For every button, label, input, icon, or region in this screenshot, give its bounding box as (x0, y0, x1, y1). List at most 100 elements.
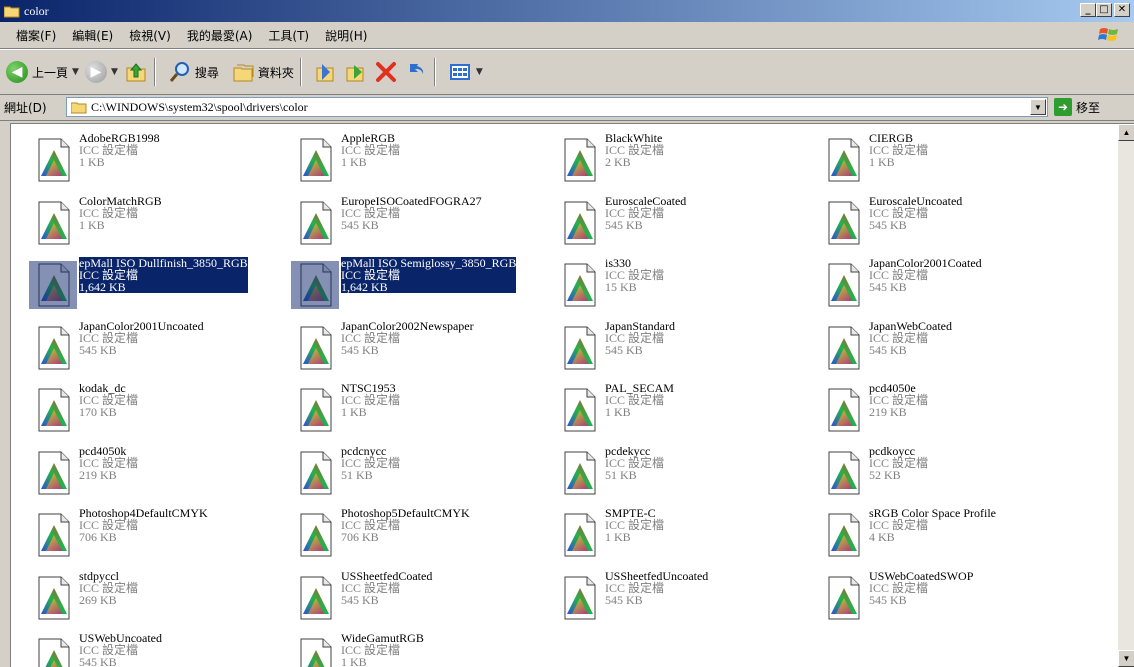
file-item[interactable]: Photoshop4DefaultCMYK ICC 設定檔 706 KB (21, 505, 281, 565)
file-item[interactable]: USSheetfedCoated ICC 設定檔 545 KB (283, 568, 543, 628)
address-input[interactable]: C:\WINDOWS\system32\spool\drivers\color … (66, 97, 1048, 117)
file-name: USSheetfedUncoated (605, 568, 709, 583)
file-item[interactable]: USWebCoatedSWOP ICC 設定檔 545 KB (811, 568, 1071, 628)
file-type: ICC 設定檔 (605, 580, 665, 595)
icc-profile-file-icon (564, 326, 596, 369)
icc-profile-file-icon (564, 451, 596, 494)
file-item[interactable]: pcdkoycc ICC 設定檔 52 KB (811, 443, 1071, 503)
file-item[interactable]: is330 ICC 設定檔 15 KB (547, 255, 807, 315)
search-button[interactable]: 搜尋 (168, 60, 219, 84)
menu-file[interactable]: 檔案(F) (8, 27, 64, 44)
file-item[interactable]: BlackWhite ICC 設定檔 2 KB (547, 130, 807, 190)
file-name: EuroscaleCoated (605, 193, 687, 208)
file-name: JapanColor2001Uncoated (79, 318, 204, 333)
address-dropdown-button[interactable]: ▼ (1030, 99, 1046, 115)
file-item[interactable]: pcdcnycc ICC 設定檔 51 KB (283, 443, 543, 503)
file-item[interactable]: Photoshop5DefaultCMYK ICC 設定檔 706 KB (283, 505, 543, 565)
file-item[interactable]: epMall ISO Semiglossy_3850_RGB ICC 設定檔 1… (283, 255, 543, 315)
file-meta: epMall ISO Semiglossy_3850_RGB ICC 設定檔 1… (341, 257, 517, 293)
file-item[interactable]: EuroscaleCoated ICC 設定檔 545 KB (547, 193, 807, 253)
go-label: 移至 (1076, 100, 1101, 115)
file-item[interactable]: pcd4050k ICC 設定檔 219 KB (21, 443, 281, 503)
file-type: ICC 設定檔 (79, 580, 139, 595)
file-size: 1 KB (341, 155, 367, 169)
file-size: 706 KB (79, 530, 117, 544)
file-meta: Photoshop5DefaultCMYK ICC 設定檔 706 KB (341, 507, 470, 543)
file-item[interactable]: EuropeISOCoatedFOGRA27 ICC 設定檔 545 KB (283, 193, 543, 253)
scroll-up-button[interactable]: ▲ (1118, 124, 1134, 141)
minimize-button[interactable]: _ (1080, 3, 1096, 17)
file-item[interactable]: NTSC1953 ICC 設定檔 1 KB (283, 380, 543, 440)
chevron-down-icon[interactable]: ▼ (476, 67, 483, 77)
scroll-down-button[interactable]: ▼ (1118, 650, 1134, 667)
file-meta: ColorMatchRGB ICC 設定檔 1 KB (79, 195, 162, 231)
go-button[interactable]: ➜ 移至 (1054, 98, 1100, 116)
file-meta: USSheetfedCoated ICC 設定檔 545 KB (341, 570, 432, 606)
menu-edit[interactable]: 編輯(E) (64, 27, 121, 44)
file-size: 219 KB (869, 405, 907, 419)
file-list-pane[interactable]: AdobeRGB1998 ICC 設定檔 1 KB AppleRGB ICC 設… (10, 123, 1134, 667)
search-label: 搜尋 (194, 65, 219, 80)
file-item[interactable]: JapanWebCoated ICC 設定檔 545 KB (811, 318, 1071, 378)
file-meta: EuroscaleUncoated ICC 設定檔 545 KB (869, 195, 962, 231)
delete-button[interactable] (374, 60, 398, 84)
menu-favorites[interactable]: 我的最愛(A) (179, 27, 261, 44)
file-item[interactable]: AppleRGB ICC 設定檔 1 KB (283, 130, 543, 190)
up-folder-button[interactable] (124, 60, 148, 84)
file-name: stdpyccl (79, 568, 119, 583)
close-button[interactable]: ✕ (1114, 3, 1130, 17)
views-button[interactable]: ▼ (448, 60, 483, 84)
folders-label: 資料夾 (257, 65, 294, 80)
file-size: 1 KB (605, 530, 631, 544)
file-size: 170 KB (79, 405, 117, 419)
file-name: JapanWebCoated (869, 318, 953, 333)
back-button[interactable]: ◀ 上一頁 ▼ (6, 61, 79, 83)
file-type: ICC 設定檔 (79, 205, 139, 220)
file-item[interactable]: JapanColor2001Coated ICC 設定檔 545 KB (811, 255, 1071, 315)
file-item[interactable]: CIERGB ICC 設定檔 1 KB (811, 130, 1071, 190)
file-item[interactable]: JapanColor2001Uncoated ICC 設定檔 545 KB (21, 318, 281, 378)
file-item[interactable]: kodak_dc ICC 設定檔 170 KB (21, 380, 281, 440)
file-size: 1,642 KB (79, 280, 126, 294)
file-item[interactable]: JapanColor2002Newspaper ICC 設定檔 545 KB (283, 318, 543, 378)
file-item[interactable]: EuroscaleUncoated ICC 設定檔 545 KB (811, 193, 1071, 253)
menu-view[interactable]: 檢視(V) (121, 27, 179, 44)
go-arrow-icon: ➜ (1054, 98, 1072, 116)
file-meta: USWebUncoated ICC 設定檔 545 KB (79, 632, 162, 667)
file-type: ICC 設定檔 (341, 205, 401, 220)
forward-arrow-icon: ▶ (84, 61, 107, 83)
move-to-button[interactable] (314, 60, 338, 84)
file-size: 706 KB (341, 530, 379, 544)
file-item[interactable]: pcdekycc ICC 設定檔 51 KB (547, 443, 807, 503)
maximize-button[interactable]: □ (1096, 3, 1112, 17)
file-item[interactable]: pcd4050e ICC 設定檔 219 KB (811, 380, 1071, 440)
vertical-scrollbar[interactable]: ▲ ▼ (1118, 124, 1134, 667)
file-item[interactable]: ColorMatchRGB ICC 設定檔 1 KB (21, 193, 281, 253)
file-item[interactable]: stdpyccl ICC 設定檔 269 KB (21, 568, 281, 628)
undo-button[interactable] (404, 60, 428, 84)
icc-profile-file-icon (828, 201, 860, 244)
file-size: 545 KB (869, 342, 907, 357)
file-item[interactable]: USWebUncoated ICC 設定檔 545 KB (21, 630, 281, 667)
file-item[interactable]: AdobeRGB1998 ICC 設定檔 1 KB (21, 130, 281, 190)
forward-button[interactable]: ▶ ▼ (84, 61, 118, 83)
file-item[interactable]: epMall ISO Dullfinish_3850_RGB ICC 設定檔 1… (21, 255, 281, 315)
file-item[interactable]: sRGB Color Space Profile ICC 設定檔 4 KB (811, 505, 1071, 565)
file-item[interactable]: WideGamutRGB ICC 設定檔 1 KB (283, 630, 543, 667)
menu-tools[interactable]: 工具(T) (260, 27, 317, 44)
folders-button[interactable]: 資料夾 (231, 60, 294, 84)
file-item[interactable]: SMPTE-C ICC 設定檔 1 KB (547, 505, 807, 565)
file-item[interactable]: JapanStandard ICC 設定檔 545 KB (547, 318, 807, 378)
file-item[interactable]: USSheetfedUncoated ICC 設定檔 545 KB (547, 568, 807, 628)
copy-to-button[interactable] (344, 60, 368, 84)
file-meta: pcd4050e ICC 設定檔 219 KB (869, 382, 928, 418)
file-size: 51 KB (341, 467, 373, 482)
chevron-down-icon[interactable]: ▼ (72, 67, 79, 77)
file-item[interactable]: PAL_SECAM ICC 設定檔 1 KB (547, 380, 807, 440)
icc-profile-file-icon (29, 261, 77, 309)
menu-help[interactable]: 說明(H) (317, 27, 375, 44)
file-meta: epMall ISO Dullfinish_3850_RGB ICC 設定檔 1… (79, 257, 248, 293)
chevron-down-icon[interactable]: ▼ (111, 67, 118, 77)
title-bar[interactable]: color _ □ ✕ (0, 0, 1134, 22)
file-name: pcdcnycc (341, 443, 387, 458)
